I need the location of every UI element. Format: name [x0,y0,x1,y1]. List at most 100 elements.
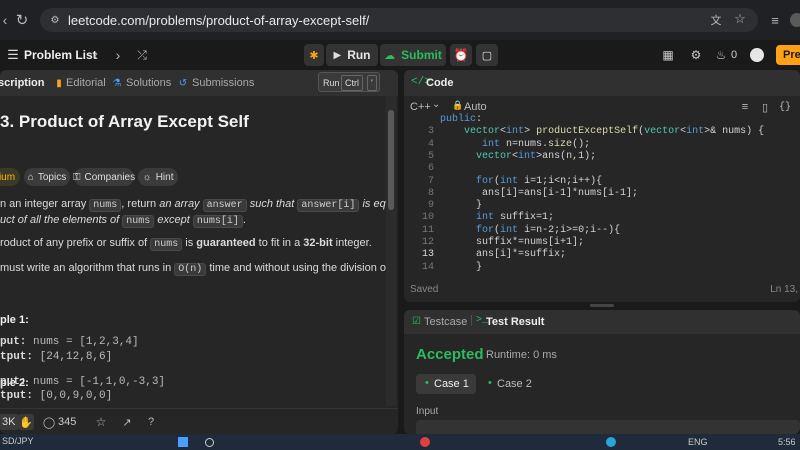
layout-grid-icon[interactable]: ▦ [660,47,676,63]
timer-button[interactable]: ⏰ [450,44,472,66]
code-line[interactable]: for(int i=1;i<n;i++){ [440,176,602,187]
currency-widget[interactable]: SD/JPY [2,436,34,446]
run-button[interactable]: ▶ Run [326,44,378,66]
lightbulb-icon: ☼ [142,171,152,183]
description-scrollbar[interactable] [386,96,396,406]
streak-fire-icon[interactable]: ♨ [714,47,728,63]
description-line-2: uct of all the elements of nums except n… [0,214,246,228]
start-icon[interactable] [178,437,188,447]
code-line[interactable]: ans[i]=ans[i-1]*nums[i-1]; [440,188,638,199]
result-panel: ☑ Testcase | >_ Test Result Accepted Run… [404,310,800,434]
alarm-clock-icon: ⏰ [453,48,469,62]
code-line[interactable]: vector<int>ans(n,1); [440,151,596,162]
line-number: 10 [421,212,434,224]
tab-test-result[interactable]: Test Result [486,316,544,328]
problem-list-icon[interactable]: ☰ [6,47,20,63]
tab-submissions[interactable]: Submissions [192,77,254,89]
code-line[interactable]: ans[i]*=suffix; [440,249,566,260]
next-problem-icon[interactable]: › [112,46,124,64]
streak-count: 0 [731,49,738,61]
autosave-mode[interactable]: Auto [464,101,487,113]
result-status: Accepted [416,346,484,363]
telegram-app-icon[interactable] [606,437,616,447]
format-icon[interactable]: ≡ [738,99,752,115]
code-header: </> Code [404,70,800,96]
lock-icon: 🔒 [452,100,464,110]
line-number: 13 [421,249,434,261]
code-line[interactable]: } [440,262,482,273]
share-icon[interactable]: ↗ [120,414,134,430]
chrome-app-icon[interactable] [420,437,430,447]
note-icon: ▢ [481,49,493,62]
tab-solutions[interactable]: Solutions [126,77,171,89]
settings-gear-icon[interactable]: ⚙ [688,47,704,63]
run-shortcut-tooltip: Run Ctrl ' [318,72,380,92]
search-icon[interactable] [205,438,214,447]
shuffle-icon[interactable]: ⤮ [134,46,150,64]
favorite-star-icon[interactable]: ☆ [94,414,108,430]
chevron-down-icon[interactable]: ⌄ [432,99,440,110]
reload-icon[interactable]: ↻ [14,10,30,30]
user-avatar[interactable] [750,48,764,62]
tab-description[interactable]: scription [0,77,44,89]
language-select[interactable]: C++ [410,101,431,113]
code-line[interactable]: public: [440,114,482,125]
submit-button[interactable]: ☁ Submit [380,44,446,66]
clock[interactable]: 5:56 [778,437,796,447]
topics-tag[interactable]: ⌂ Topics [24,168,70,186]
comment-icon[interactable]: ◯ [42,414,56,430]
curly-braces-icon[interactable]: {} [778,99,792,115]
problem-list-link[interactable]: Problem List [24,48,97,62]
media-control-icon[interactable]: ≡ [766,10,784,30]
input-value-box [416,420,800,434]
hint-tag[interactable]: ☼ Hint [138,168,178,186]
line-number: 5 [427,150,434,162]
bookmark-star-icon[interactable]: ☆ [732,11,748,27]
code-line[interactable]: vector<int> productExceptSelf(vector<int… [440,126,764,137]
panel-resize-handle[interactable] [590,304,614,307]
example-1-input: put: nums = [1,2,3,4] [0,336,139,348]
code-title: Code [426,77,454,89]
app-header: ☰ Problem List ‹ › ⤮ ✱ ▶ Run ☁ Submit ⏰ … [0,40,800,70]
code-line[interactable]: } [440,200,482,211]
language-indicator[interactable]: ENG [688,437,708,447]
line-number: 11 [421,224,434,236]
submissions-history-icon: ↺ [178,77,188,89]
code-line[interactable]: for(int i=n-2;i>=0;i--){ [440,225,620,236]
save-status: Saved [410,284,439,295]
example-1-title: ple 1: [0,314,29,326]
problem-title: 3. Product of Array Except Self [0,112,249,131]
description-line-4: must write an algorithm that runs in O(n… [0,262,386,276]
code-line[interactable]: int suffix=1; [440,212,554,223]
code-line[interactable]: int n=nums.size(); [440,139,590,150]
companies-tag[interactable]: ⚿ Companies [73,168,135,186]
scrollbar-thumb[interactable] [388,110,394,210]
os-taskbar: SD/JPY ENG 5:56 [0,434,800,450]
tab-divider: | [470,314,473,326]
site-info-icon[interactable]: ⚙ [48,13,62,27]
premium-button[interactable]: Pre [776,45,800,65]
profile-avatar[interactable] [790,13,800,27]
line-number: 4 [427,138,434,150]
comment-count: 345 [58,416,77,428]
tab-editorial[interactable]: Editorial [66,77,106,89]
like-button[interactable]: 3K [0,414,20,430]
prev-problem-icon[interactable]: ‹ [90,46,102,64]
tab-testcase[interactable]: Testcase [424,316,467,328]
example-1-output: tput: [24,12,8,6] [0,351,113,363]
code-line[interactable]: suffix*=nums[i+1]; [440,237,584,248]
case-1-tab[interactable]: • Case 1 [416,374,476,394]
back-arrow-icon[interactable]: ‹ [0,10,10,30]
translate-icon[interactable]: 文 [708,12,724,28]
description-line-1: n an integer array nums, return an array… [0,198,386,212]
address-bar[interactable]: ⚙ leetcode.com/problems/product-of-array… [40,8,758,32]
notes-button[interactable]: ▢ [476,44,498,66]
case-2-tab[interactable]: • Case 2 [482,374,542,394]
url-text: leetcode.com/problems/product-of-array-e… [68,13,370,28]
code-editor[interactable]: public: 3 vector<int> productExceptSelf(v… [404,114,800,278]
help-icon[interactable]: ? [144,414,158,430]
debug-button[interactable]: ✱ [304,44,324,66]
line-number: 8 [427,187,434,199]
dislike-icon[interactable]: ✋ [18,414,34,430]
bookmark-icon[interactable]: ▯ [758,99,772,115]
